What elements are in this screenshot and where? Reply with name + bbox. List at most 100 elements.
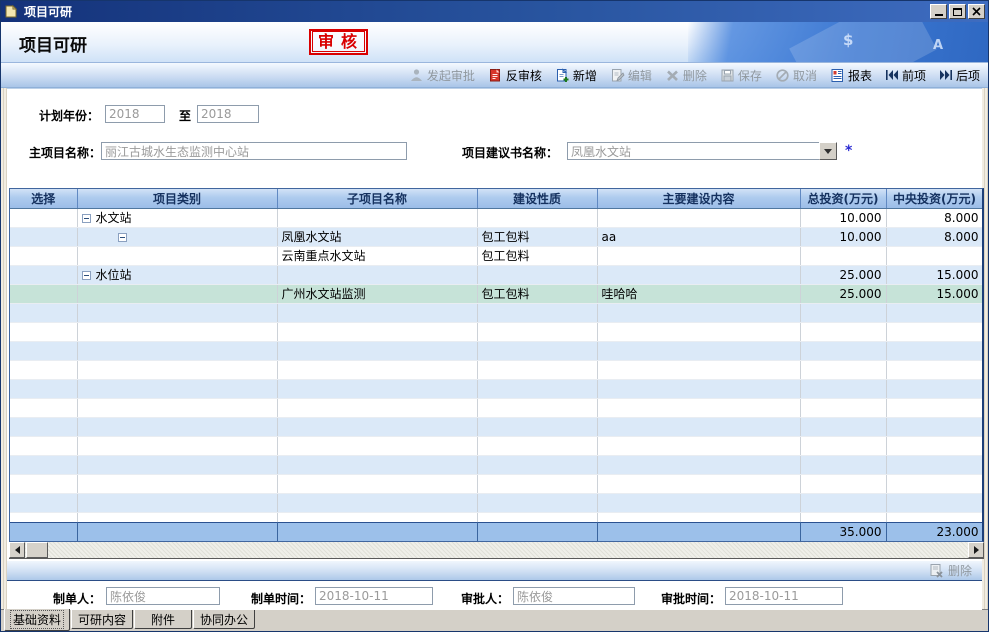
- person-icon: [409, 68, 424, 83]
- tab-basic-data[interactable]: 基础资料: [4, 609, 70, 631]
- footer-form: 制单人： 制单时间： 审批人： 审批时间：: [7, 582, 982, 610]
- subproject-cell: [277, 265, 477, 284]
- subproject-cell: [277, 341, 477, 360]
- total-cell: [800, 341, 886, 360]
- table-row[interactable]: [10, 322, 983, 341]
- maker-time-input[interactable]: [315, 587, 433, 605]
- content-cell: [597, 303, 800, 322]
- table-row[interactable]: [10, 436, 983, 455]
- central-cell: 8.000: [886, 208, 983, 227]
- tab-feasibility-content[interactable]: 可研内容: [71, 610, 133, 629]
- select-cell: [10, 455, 77, 474]
- table-row[interactable]: [10, 417, 983, 436]
- maker-input[interactable]: [106, 587, 220, 605]
- category-cell: [77, 379, 277, 398]
- category-cell: [77, 322, 277, 341]
- plan-year-from-input[interactable]: [105, 105, 165, 123]
- dropdown-button[interactable]: [819, 142, 837, 160]
- table-row[interactable]: 凤凰水文站包工包料aa10.0008.000: [10, 227, 983, 246]
- table-header-row: 选择项目类别子项目名称建设性质主要建设内容总投资(万元)中央投资(万元): [10, 189, 983, 208]
- prev-item-label: 前项: [902, 67, 926, 84]
- central-cell: [886, 398, 983, 417]
- select-cell: [10, 417, 77, 436]
- select-cell: [10, 493, 77, 512]
- category-cell: [77, 284, 277, 303]
- approve-time-input[interactable]: [725, 587, 843, 605]
- table-row[interactable]: [10, 398, 983, 417]
- window-title: 项目可研: [24, 3, 928, 20]
- audit-stamp: 审核: [309, 29, 368, 55]
- scrollbar-thumb[interactable]: [26, 542, 48, 558]
- select-cell: [10, 379, 77, 398]
- table-row[interactable]: [10, 455, 983, 474]
- report-button[interactable]: 报表: [830, 67, 872, 84]
- nature-cell-total: [477, 522, 597, 541]
- proposal-name-combobox[interactable]: [567, 142, 837, 160]
- collapse-toggle-icon[interactable]: [82, 214, 91, 223]
- dollar-glyph: $: [843, 31, 853, 49]
- delete-button: 删除: [665, 67, 707, 84]
- tab-collaboration[interactable]: 协同办公: [193, 610, 255, 629]
- collapse-toggle-icon[interactable]: [118, 233, 127, 242]
- approver-input[interactable]: [513, 587, 635, 605]
- scroll-left-button[interactable]: [9, 542, 25, 558]
- main-project-label: 主项目名称：: [15, 144, 101, 161]
- tab-attachment[interactable]: 附件: [134, 610, 192, 629]
- proposal-name-label: 项目建议书名称：: [462, 144, 558, 161]
- table-row[interactable]: [10, 341, 983, 360]
- total-cell: 25.000: [800, 284, 886, 303]
- main-project-input[interactable]: [101, 142, 407, 160]
- table-row[interactable]: [10, 379, 983, 398]
- anti-audit-button[interactable]: 反审核: [488, 67, 542, 84]
- table-row[interactable]: 云南重点水文站包工包料: [10, 246, 983, 265]
- next-item-button[interactable]: 后项: [939, 67, 980, 84]
- central-cell: [886, 322, 983, 341]
- table-row[interactable]: 水位站25.00015.000: [10, 265, 983, 284]
- main-area: 计划年份： 至 主项目名称： 项目建议书名称： * 选择项目类别子项目名称建设性…: [1, 88, 988, 609]
- banner-art-band: [789, 22, 937, 63]
- project-table: 选择项目类别子项目名称建设性质主要建设内容总投资(万元)中央投资(万元)水文站1…: [10, 189, 984, 532]
- prev-item-button[interactable]: 前项: [885, 67, 926, 84]
- plan-year-to-input[interactable]: [197, 105, 259, 123]
- scroll-right-icon: [974, 546, 983, 554]
- horizontal-scrollbar[interactable]: [9, 542, 984, 559]
- category-cell: [77, 341, 277, 360]
- minimize-button[interactable]: [930, 4, 947, 19]
- select-cell: [10, 436, 77, 455]
- select-cell: [10, 284, 77, 303]
- total-cell: [800, 493, 886, 512]
- subproject-cell: [277, 322, 477, 341]
- grid-delete-icon: [929, 563, 944, 578]
- nature-cell: [477, 455, 597, 474]
- total-cell: 10.000: [800, 227, 886, 246]
- titlebar[interactable]: 项目可研: [1, 1, 988, 22]
- subproject-cell: [277, 474, 477, 493]
- total-cell: [800, 303, 886, 322]
- table-row[interactable]: 水文站10.0008.000: [10, 208, 983, 227]
- category-cell: [77, 246, 277, 265]
- table-row[interactable]: [10, 360, 983, 379]
- grid-delete-label: 删除: [948, 562, 972, 579]
- close-icon: [972, 7, 981, 16]
- maximize-button[interactable]: [949, 4, 966, 19]
- table-row[interactable]: [10, 303, 983, 322]
- nature-cell: 包工包料: [477, 246, 597, 265]
- table-row[interactable]: 广州水文站监测包工包料哇哈哈25.00015.000: [10, 284, 983, 303]
- close-button[interactable]: [968, 4, 985, 19]
- total-cell-total: 35.000: [800, 522, 886, 541]
- content-cell: aa: [597, 227, 800, 246]
- table-row[interactable]: [10, 474, 983, 493]
- central-cell: [886, 246, 983, 265]
- grid-delete-button: 删除: [929, 562, 972, 579]
- column-header-0: 选择: [10, 189, 77, 208]
- subproject-cell: [277, 208, 477, 227]
- scroll-right-button[interactable]: [968, 542, 984, 558]
- category-cell: [77, 493, 277, 512]
- table-row[interactable]: [10, 493, 983, 512]
- add-button[interactable]: 新增: [555, 67, 597, 84]
- nature-cell: [477, 303, 597, 322]
- collapse-toggle-icon[interactable]: [82, 271, 91, 280]
- nature-cell: [477, 493, 597, 512]
- proposal-name-input[interactable]: [567, 142, 819, 160]
- edit-label: 编辑: [628, 67, 652, 84]
